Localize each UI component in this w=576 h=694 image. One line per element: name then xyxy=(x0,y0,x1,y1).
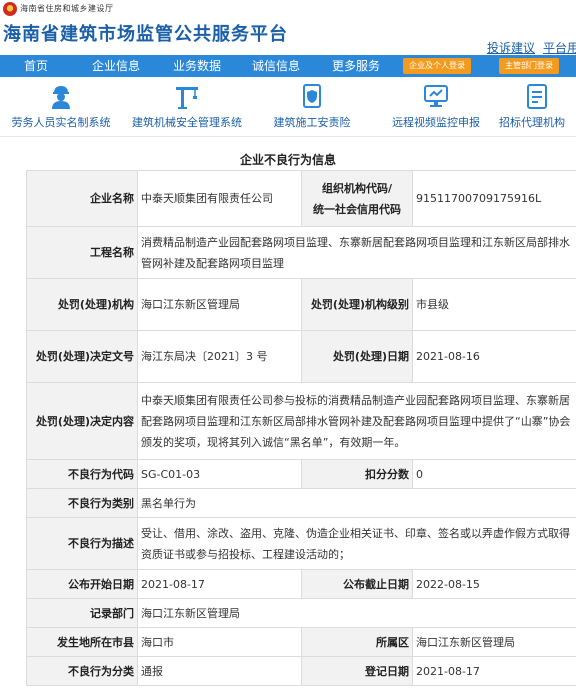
project-name-value: 消费精品制造产业园配套路网项目监理、东寨新居配套路网项目监理和江东新区局部排水管… xyxy=(137,226,576,279)
main-nav: 首页 企业信息 业务数据 诚信信息 更多服务 企业及个人登录 主管部门登录 xyxy=(0,55,576,77)
behavior-type-label: 不良行为类别 xyxy=(26,488,138,518)
city-value: 海口市 xyxy=(137,627,302,657)
behavior-code-value: SG-C01-03 xyxy=(137,459,302,489)
behavior-desc-value: 受让、借用、涂改、盗用、克隆、伪造企业相关证书、印章、签名或以弄虚作假方式取得资… xyxy=(137,517,576,570)
company-name-value: 中泰天顺集团有限责任公司 xyxy=(137,170,302,227)
quick-link-video-monitor[interactable]: 远程视频监控申报 xyxy=(385,77,487,137)
document-icon xyxy=(526,84,547,109)
table-row: 记录部门 海口江东新区管理局 xyxy=(26,598,576,628)
monitor-icon xyxy=(424,85,448,107)
platform-link[interactable]: 平台用 xyxy=(543,39,576,56)
authority-level-value: 市县级 xyxy=(412,278,576,331)
table-row: 处罚(处理)机构 海口江东新区管理局 处罚(处理)机构级别 市县级 xyxy=(26,278,576,331)
quick-link-label: 建筑机械安全管理系统 xyxy=(132,116,242,129)
table-row: 企业名称 中泰天顺集团有限责任公司 组织机构代码/ 统一社会信用代码 91511… xyxy=(26,170,576,227)
publish-start-value: 2021-08-17 xyxy=(137,569,302,599)
register-date-value: 2021-08-17 xyxy=(412,656,576,686)
nav-business-data[interactable]: 业务数据 xyxy=(173,55,221,77)
decision-content-label: 处罚(处理)决定内容 xyxy=(26,382,138,460)
shield-document-icon xyxy=(303,84,321,108)
nav-company-info[interactable]: 企业信息 xyxy=(92,55,140,77)
quick-link-machinery-safety[interactable]: 建筑机械安全管理系统 xyxy=(126,77,248,137)
deduction-label: 扣分分数 xyxy=(301,459,413,489)
decision-number-label: 处罚(处理)决定文号 xyxy=(26,330,138,383)
decision-date-value: 2021-08-16 xyxy=(412,330,576,383)
decision-number-value: 海江东局决〔2021〕3 号 xyxy=(137,330,302,383)
table-row: 公布开始日期 2021-08-17 公布截止日期 2022-08-15 xyxy=(26,569,576,599)
worker-icon xyxy=(52,86,70,109)
publish-end-value: 2022-08-15 xyxy=(412,569,576,599)
crane-icon xyxy=(176,87,198,109)
behavior-type-value: 黑名单行为 xyxy=(137,488,576,518)
complaint-link[interactable]: 投诉建议 xyxy=(487,39,535,56)
category-label: 不良行为分类 xyxy=(26,656,138,686)
project-name-label: 工程名称 xyxy=(26,226,138,279)
site-header: 海南省住房和城乡建设厅 海南省建筑市场监管公共服务平台 投诉建议 平台用 xyxy=(0,0,576,56)
deduction-value: 0 xyxy=(412,459,576,489)
record-dept-label: 记录部门 xyxy=(26,598,138,628)
quick-link-bar: 劳务人员实名制系统 建筑机械安全管理系统 建筑施工安责险 远程视频监控申报 招标… xyxy=(0,77,576,137)
quick-link-bidding-agency[interactable]: 招标代理机构 xyxy=(497,77,576,137)
table-row: 工程名称 消费精品制造产业园配套路网项目监理、东寨新居配套路网项目监理和江东新区… xyxy=(26,226,576,279)
quick-link-worker-realname[interactable]: 劳务人员实名制系统 xyxy=(2,77,120,137)
city-label: 发生地所在市县 xyxy=(26,627,138,657)
nav-more-services[interactable]: 更多服务 xyxy=(332,55,380,77)
quick-link-label: 劳务人员实名制系统 xyxy=(11,116,111,129)
authority-value: 海口江东新区管理局 xyxy=(137,278,302,331)
quick-link-label: 建筑施工安责险 xyxy=(273,116,351,129)
table-row: 不良行为描述 受让、借用、涂改、盗用、克隆、伪造企业相关证书、印章、签名或以弄虚… xyxy=(26,517,576,570)
nav-credit-info[interactable]: 诚信信息 xyxy=(252,55,300,77)
table-row: 不良行为代码 SG-C01-03 扣分分数 0 xyxy=(26,459,576,489)
org-code-label: 组织机构代码/ 统一社会信用代码 xyxy=(301,170,413,227)
authority-level-label: 处罚(处理)机构级别 xyxy=(301,278,413,331)
section-title: 企业不良行为信息 xyxy=(239,153,336,167)
department-name: 海南省住房和城乡建设厅 xyxy=(20,4,114,13)
behavior-code-label: 不良行为代码 xyxy=(26,459,138,489)
decision-content-value: 中泰天顺集团有限责任公司参与投标的消费精品制造产业园配套路网项目监理、东寨新居配… xyxy=(137,382,576,460)
table-row: 不良行为分类 通报 登记日期 2021-08-17 xyxy=(26,656,576,686)
table-row: 发生地所在市县 海口市 所属区 海口江东新区管理局 xyxy=(26,627,576,657)
quick-link-construction-insurance[interactable]: 建筑施工安责险 xyxy=(266,77,358,137)
quick-link-label: 远程视频监控申报 xyxy=(392,116,480,129)
nav-home[interactable]: 首页 xyxy=(24,55,48,77)
emblem-icon xyxy=(3,2,17,16)
company-login-button[interactable]: 企业及个人登录 xyxy=(403,58,471,74)
bad-behavior-record-table: 企业名称 中泰天顺集团有限责任公司 组织机构代码/ 统一社会信用代码 91511… xyxy=(26,170,576,686)
authority-label: 处罚(处理)机构 xyxy=(26,278,138,331)
publish-start-label: 公布开始日期 xyxy=(26,569,138,599)
table-row: 处罚(处理)决定文号 海江东局决〔2021〕3 号 处罚(处理)日期 2021-… xyxy=(26,330,576,383)
record-dept-value: 海口江东新区管理局 xyxy=(137,598,576,628)
site-title[interactable]: 海南省建筑市场监管公共服务平台 xyxy=(3,20,288,46)
area-label: 所属区 xyxy=(301,627,413,657)
table-row: 处罚(处理)决定内容 中泰天顺集团有限责任公司参与投标的消费精品制造产业园配套路… xyxy=(26,382,576,460)
register-date-label: 登记日期 xyxy=(301,656,413,686)
table-row: 不良行为类别 黑名单行为 xyxy=(26,488,576,518)
decision-date-label: 处罚(处理)日期 xyxy=(301,330,413,383)
category-value: 通报 xyxy=(137,656,302,686)
area-value: 海口江东新区管理局 xyxy=(412,627,576,657)
org-code-value: 91511700709175916L xyxy=(412,170,576,227)
authority-login-button[interactable]: 主管部门登录 xyxy=(499,58,559,74)
company-name-label: 企业名称 xyxy=(26,170,138,227)
behavior-desc-label: 不良行为描述 xyxy=(26,517,138,570)
quick-link-label: 招标代理机构 xyxy=(499,116,565,129)
publish-end-label: 公布截止日期 xyxy=(301,569,413,599)
